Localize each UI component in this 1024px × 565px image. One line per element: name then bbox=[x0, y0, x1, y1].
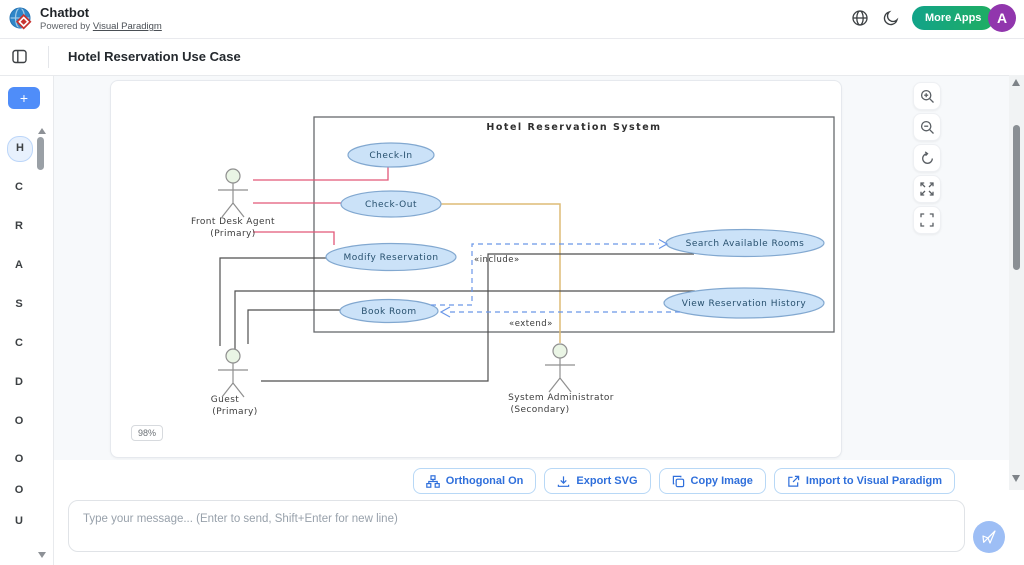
chatbot-app: Chatbot Powered by Visual Paradigm More … bbox=[0, 0, 1024, 565]
use-case-label: View Reservation History bbox=[682, 299, 807, 309]
use-case-label: Book Room bbox=[361, 307, 416, 317]
visual-paradigm-logo-icon[interactable] bbox=[8, 6, 34, 32]
action-label: Copy Image bbox=[691, 475, 753, 487]
sidebar-item-4[interactable]: S bbox=[7, 292, 31, 316]
scroll-down-arrow[interactable] bbox=[1012, 475, 1020, 482]
action-label: Orthogonal On bbox=[446, 475, 524, 487]
orthogonal-toggle-button[interactable]: Orthogonal On bbox=[413, 468, 537, 494]
actor-name: Front Desk Agent bbox=[191, 217, 275, 227]
actor-role: (Secondary) bbox=[510, 405, 569, 415]
actor-head bbox=[226, 169, 240, 183]
sidebar-scroll-up-arrow[interactable] bbox=[38, 128, 46, 134]
actor-head bbox=[553, 344, 567, 358]
scroll-up-arrow[interactable] bbox=[1012, 79, 1020, 86]
scrollbar-thumb[interactable] bbox=[1013, 125, 1020, 270]
powered-by: Powered by Visual Paradigm bbox=[40, 21, 162, 32]
powered-by-text: Powered by bbox=[40, 21, 93, 32]
sidebar-toggle-icon[interactable] bbox=[12, 49, 27, 64]
actor-body bbox=[545, 358, 575, 392]
sub-header: Hotel Reservation Use Case bbox=[0, 38, 1024, 76]
sidebar-scroll-down-arrow[interactable] bbox=[38, 552, 46, 558]
main-scrollbar bbox=[1009, 75, 1024, 490]
zoom-in-button[interactable] bbox=[913, 82, 941, 110]
action-label: Export SVG bbox=[576, 475, 637, 487]
export-svg-button[interactable]: Export SVG bbox=[544, 468, 650, 494]
app-title: Chatbot bbox=[40, 5, 89, 20]
zoom-out-button[interactable] bbox=[913, 113, 941, 141]
sidebar-item-0[interactable]: H bbox=[7, 136, 33, 162]
use-case-label: Modify Reservation bbox=[343, 253, 438, 263]
actor-body bbox=[218, 183, 248, 217]
message-input[interactable] bbox=[68, 500, 965, 552]
new-chat-button[interactable]: + bbox=[8, 87, 40, 109]
zoom-out-icon bbox=[920, 120, 935, 135]
actor-role: (Primary) bbox=[210, 229, 255, 239]
more-apps-button[interactable]: More Apps bbox=[912, 6, 994, 30]
reset-view-button[interactable] bbox=[913, 144, 941, 172]
orthogonal-icon bbox=[426, 475, 440, 488]
fullscreen-button[interactable] bbox=[913, 206, 941, 234]
sidebar-item-2[interactable]: R bbox=[7, 214, 31, 238]
copy-image-button[interactable]: Copy Image bbox=[659, 468, 766, 494]
reset-rotate-icon bbox=[920, 151, 935, 166]
use-case-label: Check-Out bbox=[365, 200, 417, 210]
header-divider bbox=[48, 46, 49, 68]
copy-icon bbox=[672, 475, 685, 488]
include-stereotype-label: «include» bbox=[474, 255, 520, 265]
chat-message-area: Hotel Reservation System bbox=[54, 75, 1010, 460]
sidebar-item-7[interactable]: O bbox=[7, 409, 31, 433]
assoc-guest-modify bbox=[220, 258, 328, 346]
actor-guest bbox=[218, 349, 248, 397]
system-boundary-title: Hotel Reservation System bbox=[486, 122, 661, 133]
sidebar: + H C R A S C D O O O U bbox=[0, 75, 54, 565]
use-case-label: Check-In bbox=[369, 151, 412, 161]
extend-stereotype-label: «extend» bbox=[509, 319, 553, 329]
actor-role: (Primary) bbox=[212, 407, 257, 417]
actor-front-desk-agent bbox=[218, 169, 248, 217]
language-globe-icon[interactable] bbox=[851, 9, 869, 27]
zoom-in-icon bbox=[920, 89, 935, 104]
use-case-label: Search Available Rooms bbox=[686, 239, 805, 249]
expand-arrows-icon bbox=[920, 182, 934, 196]
sidebar-item-10[interactable]: U bbox=[7, 509, 31, 533]
fullscreen-brackets-icon bbox=[920, 213, 934, 227]
actor-name: Guest bbox=[211, 395, 240, 405]
send-paper-plane-icon bbox=[981, 529, 997, 545]
use-case-diagram-canvas[interactable]: Hotel Reservation System bbox=[111, 81, 841, 457]
import-to-visual-paradigm-button[interactable]: Import to Visual Paradigm bbox=[774, 468, 955, 494]
sidebar-item-8[interactable]: O bbox=[7, 447, 31, 471]
diagram-message-card: Hotel Reservation System bbox=[110, 80, 842, 458]
message-composer bbox=[68, 500, 965, 552]
diagram-actions-row: Orthogonal On Export SVG Copy Image bbox=[413, 468, 955, 494]
top-header: Chatbot Powered by Visual Paradigm More … bbox=[0, 0, 1024, 39]
actor-name: System Administrator bbox=[508, 393, 614, 403]
fit-to-screen-button[interactable] bbox=[913, 175, 941, 203]
footer-area: Orthogonal On Export SVG Copy Image bbox=[54, 460, 1024, 565]
user-avatar[interactable]: A bbox=[988, 4, 1016, 32]
sidebar-scrollbar-thumb[interactable] bbox=[37, 137, 44, 170]
sidebar-item-1[interactable]: C bbox=[7, 175, 31, 199]
actor-head bbox=[226, 349, 240, 363]
visual-paradigm-link[interactable]: Visual Paradigm bbox=[93, 21, 162, 32]
external-link-icon bbox=[787, 475, 800, 488]
actor-body bbox=[218, 363, 248, 397]
download-icon bbox=[557, 475, 570, 488]
diagram-zoom-level-badge: 98% bbox=[131, 425, 163, 441]
action-label: Import to Visual Paradigm bbox=[806, 475, 942, 487]
sidebar-item-3[interactable]: A bbox=[7, 253, 31, 277]
sidebar-item-6[interactable]: D bbox=[7, 370, 31, 394]
dark-mode-moon-icon[interactable] bbox=[882, 9, 900, 27]
actor-system-administrator bbox=[545, 344, 575, 392]
sidebar-item-9[interactable]: O bbox=[7, 478, 31, 502]
send-button[interactable] bbox=[973, 521, 1005, 553]
conversation-title: Hotel Reservation Use Case bbox=[68, 49, 241, 64]
sidebar-item-5[interactable]: C bbox=[7, 331, 31, 355]
